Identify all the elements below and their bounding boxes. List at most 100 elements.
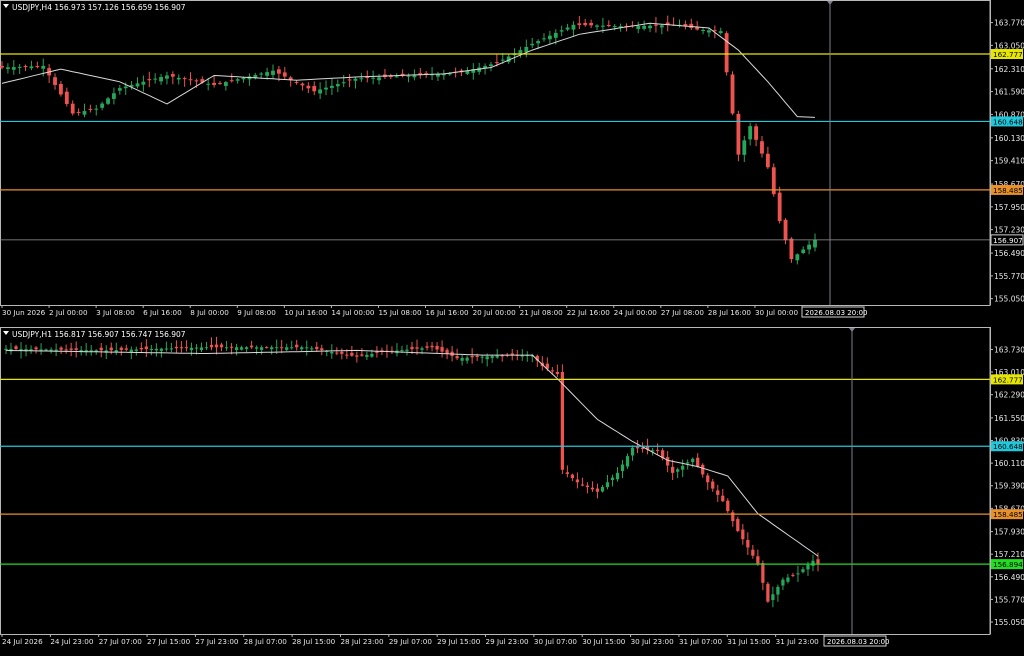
candle <box>716 484 720 502</box>
candle <box>654 17 658 33</box>
candle <box>689 18 694 30</box>
candle <box>5 63 10 74</box>
time-label: 29 Jul 23:00 <box>486 637 530 646</box>
candle-body <box>300 347 304 350</box>
candle <box>585 482 590 494</box>
candle <box>801 246 806 255</box>
candle <box>214 336 219 355</box>
time-label: 27 Jul 08:00 <box>661 308 705 317</box>
candle-body <box>99 347 103 351</box>
candle-body <box>135 83 140 87</box>
candle-body <box>615 472 620 480</box>
candle <box>58 81 63 97</box>
candle-body <box>124 348 128 350</box>
candle-body <box>199 347 204 351</box>
candle <box>300 82 305 91</box>
candle <box>270 345 274 355</box>
candle <box>801 566 805 574</box>
chart-root[interactable]: USDJPY,H4 156.973 157.126 156.659 156.90… <box>0 0 1024 652</box>
candle-body <box>580 484 585 486</box>
candle <box>112 87 116 105</box>
candle-body <box>542 38 546 40</box>
candle <box>282 67 287 80</box>
candle <box>79 346 83 356</box>
candle <box>495 349 499 359</box>
candle-body <box>571 24 576 30</box>
price-label: 162.290 <box>994 391 1024 400</box>
candle <box>219 342 224 352</box>
candle-body <box>112 93 116 99</box>
candle <box>748 122 753 146</box>
candle <box>300 345 304 352</box>
time-label: 6 Jul 16:00 <box>143 308 182 317</box>
candle-body <box>280 347 284 349</box>
candle-body <box>229 80 234 82</box>
candle-body <box>406 75 411 77</box>
candle-body <box>353 78 358 81</box>
candle-body <box>39 349 43 351</box>
candle <box>388 73 393 80</box>
candle <box>244 346 249 353</box>
price-label: 163.770 <box>994 19 1024 28</box>
candle <box>124 344 128 352</box>
candle-body <box>642 25 647 29</box>
candle-body <box>17 66 22 68</box>
candle-body <box>706 475 710 483</box>
candle-body <box>290 347 294 349</box>
candle <box>9 342 13 355</box>
candle-body <box>777 192 782 222</box>
candle <box>430 341 434 352</box>
candle-body <box>360 354 364 356</box>
candle-body <box>445 349 449 354</box>
candle-body <box>741 529 745 540</box>
candle-body <box>455 356 459 359</box>
time-label: 24 Jul 00:00 <box>614 308 658 317</box>
candle-body <box>736 518 740 531</box>
candle <box>165 71 169 85</box>
candle-body <box>489 64 493 67</box>
candle <box>405 344 409 356</box>
candle <box>701 28 705 35</box>
time-label: 22 Jul 16:00 <box>567 308 611 317</box>
candle <box>751 544 755 559</box>
candle-body <box>490 356 494 359</box>
candle <box>53 73 57 90</box>
candle-body <box>189 347 194 351</box>
candle-body <box>169 348 174 350</box>
candle-body <box>154 348 158 351</box>
candle-body <box>306 85 311 89</box>
candle <box>610 474 615 487</box>
time-label: 27 Jul 23:00 <box>195 637 239 646</box>
candle <box>771 163 776 197</box>
candle-body <box>119 347 123 350</box>
candle-body <box>295 344 299 348</box>
time-label: 10 Jul 16:00 <box>284 308 328 317</box>
candle <box>159 73 163 85</box>
candle-body <box>223 82 228 86</box>
candle <box>791 572 795 578</box>
candle-body <box>74 348 78 350</box>
price-label: 156.490 <box>994 573 1024 582</box>
price-label: 157.930 <box>994 528 1024 537</box>
candle <box>771 586 775 608</box>
candle-body <box>524 46 529 53</box>
candle <box>176 74 181 85</box>
candle <box>224 340 229 351</box>
candle <box>141 75 146 92</box>
price-label: 159.410 <box>994 157 1024 166</box>
time-label: 27 Jul 15:00 <box>147 637 191 646</box>
candle <box>88 104 93 113</box>
candle <box>39 343 43 355</box>
candle <box>589 19 594 29</box>
candle <box>630 445 635 461</box>
candle <box>306 82 311 94</box>
candle <box>718 27 723 35</box>
candle-body <box>766 583 770 602</box>
candle-body <box>781 579 785 586</box>
candle <box>341 74 346 88</box>
candle <box>754 123 759 147</box>
time-label: 30 Jul 00:00 <box>755 308 799 317</box>
candle <box>425 342 429 351</box>
candle <box>676 467 680 479</box>
chart-canvas[interactable]: USDJPY,H4 156.973 157.126 156.659 156.90… <box>0 0 1024 652</box>
